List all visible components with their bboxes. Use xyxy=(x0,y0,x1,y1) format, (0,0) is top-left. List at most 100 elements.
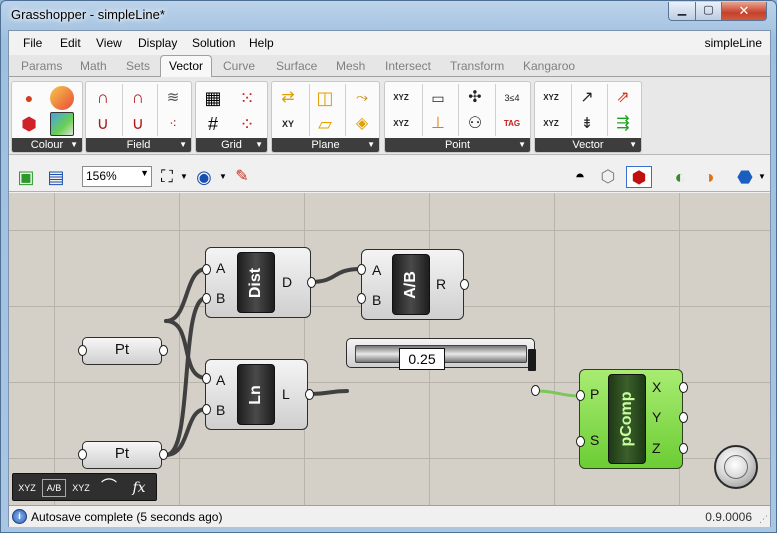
vector-deconstruct-icon[interactable]: XYZ xyxy=(539,112,563,136)
grip-ln-a[interactable] xyxy=(202,373,211,384)
point-ruler-icon[interactable]: ▭ xyxy=(426,86,450,110)
grip-pcomp-x[interactable] xyxy=(679,382,688,393)
tab-kangaroo[interactable]: Kangaroo xyxy=(523,59,575,73)
component-pcomp[interactable]: P S pComp X Y Z xyxy=(579,369,683,469)
grip-pt2-in[interactable] xyxy=(78,449,87,460)
component-dist[interactable]: A B Dist D xyxy=(205,247,311,318)
component-point-2[interactable]: Pt xyxy=(82,441,162,469)
tab-params[interactable]: Params xyxy=(21,59,62,73)
navigation-compass[interactable] xyxy=(714,445,758,489)
grip-dist-d[interactable] xyxy=(307,277,316,288)
menu-view[interactable]: View xyxy=(96,36,122,50)
plane-xy-icon[interactable]: XY xyxy=(276,112,300,136)
component-line[interactable]: A B Ln L xyxy=(205,359,308,430)
slider-value[interactable]: 0.25 xyxy=(399,348,445,370)
tab-surface[interactable]: Surface xyxy=(276,59,317,73)
grid-square-icon[interactable]: ▦ xyxy=(201,86,225,110)
grip-pt2-out[interactable] xyxy=(159,449,168,460)
plane-normal-icon[interactable]: ⤳ xyxy=(350,86,374,110)
preview-wireframe-icon[interactable]: ⬡ xyxy=(597,166,619,188)
menu-file[interactable]: File xyxy=(23,36,42,50)
grip-slider-out[interactable] xyxy=(531,385,540,396)
grid-rectangular-icon[interactable]: # xyxy=(201,112,225,136)
group-expand-icon[interactable]: ▼ xyxy=(179,138,187,152)
tab-sets[interactable]: Sets xyxy=(126,59,150,73)
grip-div-a[interactable] xyxy=(357,264,366,275)
plane-align-icon[interactable]: ◫ xyxy=(313,86,337,110)
plane-rotate-icon[interactable]: ◈ xyxy=(350,112,374,136)
zoom-select[interactable]: 156% ▼ xyxy=(82,166,152,187)
grid-populate-icon[interactable]: ⁘ xyxy=(235,112,259,136)
tab-curve[interactable]: Curve xyxy=(223,59,255,73)
chevron-down-icon[interactable]: ▼ xyxy=(173,166,195,188)
colour-blend-icon[interactable] xyxy=(50,86,74,110)
grip-div-r[interactable] xyxy=(460,279,469,290)
point-tag-icon[interactable]: TAG xyxy=(500,112,524,136)
close-button[interactable]: ✕ xyxy=(721,2,767,21)
tab-math[interactable]: Math xyxy=(80,59,107,73)
field-break-icon[interactable]: ∪ xyxy=(126,112,150,136)
plane-offset-icon[interactable]: ⏥ xyxy=(313,112,337,136)
colour-swatch-icon[interactable]: ⬢ xyxy=(17,112,41,136)
chevron-down-icon[interactable]: ▼ xyxy=(751,166,773,188)
chevron-down-icon[interactable]: ▼ xyxy=(140,168,149,178)
grip-pcomp-z[interactable] xyxy=(679,443,688,454)
number-slider[interactable]: 0.25 xyxy=(346,338,536,371)
sketch-pen-icon[interactable]: ✎ xyxy=(231,166,253,188)
menu-help[interactable]: Help xyxy=(249,36,274,50)
group-expand-icon[interactable]: ▼ xyxy=(255,138,263,152)
grid-random-icon[interactable]: ⁙ xyxy=(235,86,259,110)
preview-shaded-icon[interactable]: ⬢ xyxy=(626,166,652,188)
grip-pt1-out[interactable] xyxy=(159,345,168,356)
grip-div-b[interactable] xyxy=(357,293,366,304)
component-point-1[interactable]: Pt xyxy=(82,337,162,365)
tab-vector[interactable]: Vector xyxy=(160,55,213,78)
grip-pcomp-y[interactable] xyxy=(679,412,688,423)
tab-intersect[interactable]: Intersect xyxy=(385,59,431,73)
tab-mesh[interactable]: Mesh xyxy=(336,59,365,73)
grip-pcomp-p[interactable] xyxy=(576,390,585,401)
grip-ln-b[interactable] xyxy=(202,404,211,415)
menu-edit[interactable]: Edit xyxy=(60,36,81,50)
point-closest-icon[interactable]: ✣ xyxy=(463,86,487,110)
point-project-icon[interactable]: ⊥ xyxy=(426,112,450,136)
point-sort-icon[interactable]: 3≤4 xyxy=(500,86,524,110)
vector-xyz-icon[interactable]: XYZ xyxy=(539,86,563,110)
point-deconstruct-icon[interactable]: XYZ xyxy=(389,112,413,136)
menu-solution[interactable]: Solution xyxy=(192,36,235,50)
group-expand-icon[interactable]: ▼ xyxy=(629,138,637,152)
colour-picker-icon[interactable] xyxy=(50,112,74,136)
dock-xyz-split-icon[interactable]: XYZ xyxy=(69,477,93,499)
dock-xyz-icon[interactable]: XYZ xyxy=(15,477,39,499)
point-construct-icon[interactable]: XYZ xyxy=(389,86,413,110)
preview-selected-icon[interactable]: ◐ xyxy=(669,166,691,188)
menu-display[interactable]: Display xyxy=(138,36,177,50)
preview-material-icon[interactable]: ◑ xyxy=(698,166,720,188)
field-vector-force-icon[interactable]: ∪ xyxy=(91,112,115,136)
save-file-icon[interactable]: ▤ xyxy=(45,166,67,188)
grip-ln-l[interactable] xyxy=(305,389,314,400)
group-expand-icon[interactable]: ▼ xyxy=(518,138,526,152)
minimize-button[interactable]: ▁ xyxy=(668,2,696,21)
title-bar[interactable]: Grasshopper - simpleLine* ▁ ▢ ✕ xyxy=(1,1,776,29)
point-cull-icon[interactable]: ⚇ xyxy=(463,112,487,136)
tab-transform[interactable]: Transform xyxy=(450,59,504,73)
group-expand-icon[interactable]: ▼ xyxy=(70,138,78,152)
field-point-charge-icon[interactable]: ∩ xyxy=(91,86,115,110)
field-spin-icon[interactable]: ≋ xyxy=(161,86,185,110)
grip-pt1-in[interactable] xyxy=(78,345,87,356)
field-merge-icon[interactable]: ⁖ xyxy=(161,112,185,136)
dock-division-icon[interactable]: A/B xyxy=(42,479,66,497)
grip-dist-b[interactable] xyxy=(202,293,211,304)
vector-display-icon[interactable]: ⇟ xyxy=(575,112,599,136)
grasshopper-canvas[interactable]: A B Dist D A B A/B R A B Ln L Pt Pt 0.25… xyxy=(9,193,770,505)
grip-dist-a[interactable] xyxy=(202,264,211,275)
open-file-icon[interactable]: ▣ xyxy=(15,166,37,188)
maximize-button[interactable]: ▢ xyxy=(695,2,722,21)
preview-off-icon[interactable]: ◓ xyxy=(569,166,591,188)
resize-grip-icon[interactable]: ⋰ xyxy=(759,514,768,525)
vector-amplitude-icon[interactable]: ⇗ xyxy=(611,86,635,110)
dock-arc-icon[interactable]: ⌒ xyxy=(97,477,121,499)
vector-unit-icon[interactable]: ⇶ xyxy=(611,112,635,136)
plane-xy-arrows-icon[interactable]: ⇄ xyxy=(276,86,300,110)
